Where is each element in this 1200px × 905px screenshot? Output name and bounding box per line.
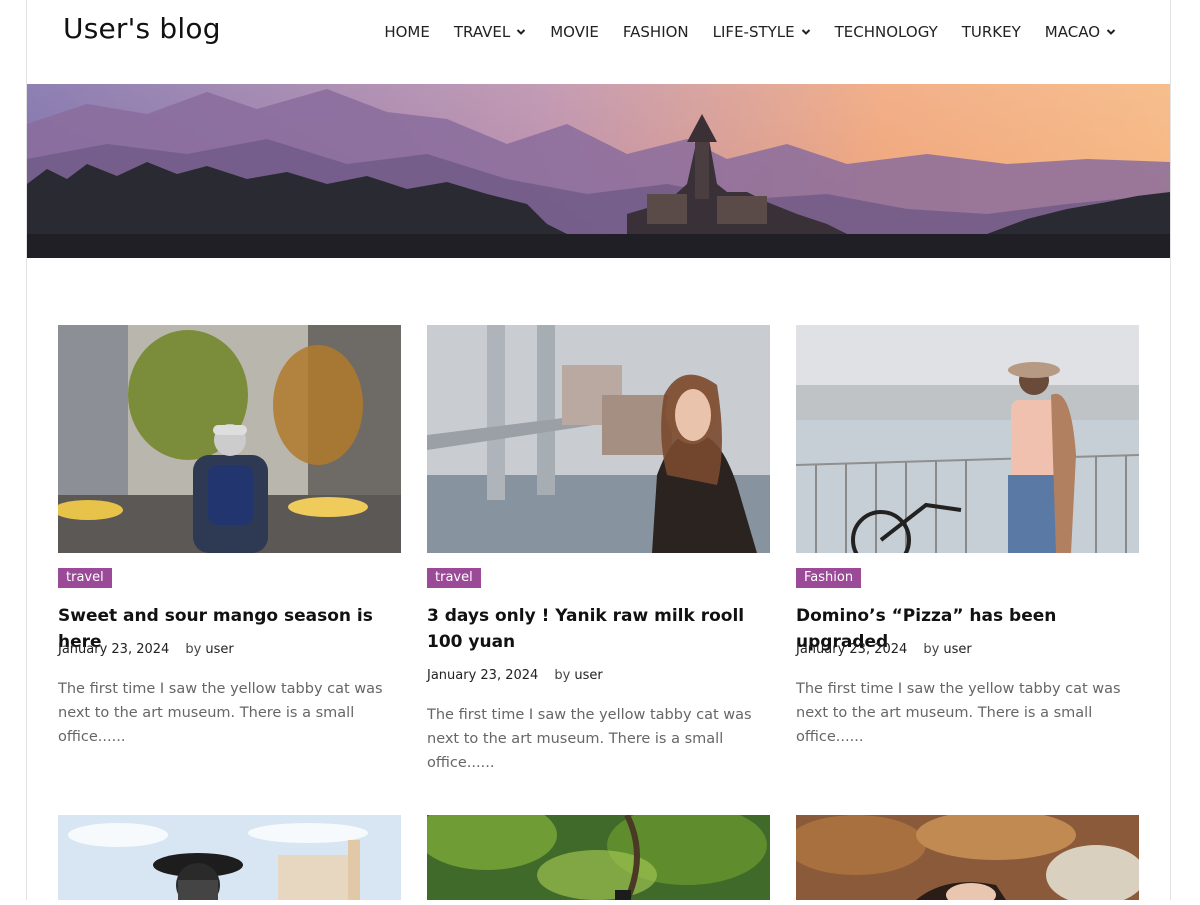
post-author[interactable]: user xyxy=(574,668,602,683)
nav-item-technology[interactable]: TECHNOLOGY xyxy=(823,20,950,44)
byline-prefix: by xyxy=(923,642,940,657)
page-frame: User's blog HOME TRAVEL MOVIE FASHION LI… xyxy=(26,0,1171,900)
post-thumbnail[interactable] xyxy=(796,815,1139,900)
post-title[interactable]: 3 days only ! Yanik raw milk rooll 100 y… xyxy=(427,603,770,655)
site-header: User's blog HOME TRAVEL MOVIE FASHION LI… xyxy=(27,0,1172,84)
byline-prefix: by xyxy=(554,668,571,683)
nav-item-turkey[interactable]: TURKEY xyxy=(950,20,1033,44)
post-meta: January 23, 2024 by user xyxy=(796,642,972,657)
post-card: travel Sweet and sour mango season is he… xyxy=(58,325,401,745)
category-tag[interactable]: travel xyxy=(427,568,481,588)
post-meta: January 23, 2024 by user xyxy=(427,668,603,683)
post-thumbnail[interactable] xyxy=(796,325,1139,553)
nav-label: TECHNOLOGY xyxy=(834,23,938,41)
post-card: Fashion Domino’s “Pizza” has been upgrad… xyxy=(796,325,1139,745)
nav-label: TRAVEL xyxy=(453,23,511,41)
nav-label: HOME xyxy=(384,23,430,41)
nav-item-movie[interactable]: MOVIE xyxy=(538,20,611,44)
post-author[interactable]: user xyxy=(205,642,233,657)
post-meta: January 23, 2024 by user xyxy=(58,642,234,657)
category-tag[interactable]: travel xyxy=(58,568,112,588)
nav-label: MOVIE xyxy=(550,23,599,41)
nav-label: LIFE-STYLE xyxy=(712,23,795,41)
post-thumbnail[interactable] xyxy=(427,325,770,553)
post-card: travel 3 days only ! Yanik raw milk rool… xyxy=(427,325,770,771)
post-author[interactable]: user xyxy=(943,642,971,657)
post-excerpt: The first time I saw the yellow tabby ca… xyxy=(427,707,752,771)
post-card xyxy=(427,815,770,905)
post-excerpt: The first time I saw the yellow tabby ca… xyxy=(58,681,383,745)
post-thumbnail[interactable] xyxy=(58,815,401,900)
header-banner-image xyxy=(27,84,1170,258)
post-thumbnail[interactable] xyxy=(58,325,401,553)
post-date[interactable]: January 23, 2024 xyxy=(796,642,907,657)
category-tag[interactable]: Fashion xyxy=(796,568,862,588)
nav-item-life-style[interactable]: LIFE-STYLE xyxy=(701,20,823,44)
chevron-down-icon xyxy=(1106,27,1116,37)
chevron-down-icon xyxy=(801,27,811,37)
nav-label: MACAO xyxy=(1044,23,1100,41)
nav-item-home[interactable]: HOME xyxy=(372,20,442,44)
post-date[interactable]: January 23, 2024 xyxy=(58,642,169,657)
main-nav: HOME TRAVEL MOVIE FASHION LIFE-STYLE TEC… xyxy=(372,20,1128,44)
nav-item-fashion[interactable]: FASHION xyxy=(611,20,701,44)
post-card xyxy=(796,815,1139,905)
post-thumbnail[interactable] xyxy=(427,815,770,900)
nav-item-macao[interactable]: MACAO xyxy=(1033,20,1128,44)
nav-label: TURKEY xyxy=(961,23,1021,41)
post-card xyxy=(58,815,401,905)
chevron-down-icon xyxy=(516,27,526,37)
byline-prefix: by xyxy=(185,642,202,657)
post-excerpt: The first time I saw the yellow tabby ca… xyxy=(796,681,1121,745)
nav-label: FASHION xyxy=(622,23,689,41)
site-logo[interactable]: User's blog xyxy=(63,12,221,45)
post-date[interactable]: January 23, 2024 xyxy=(427,668,538,683)
nav-item-travel[interactable]: TRAVEL xyxy=(442,20,538,44)
